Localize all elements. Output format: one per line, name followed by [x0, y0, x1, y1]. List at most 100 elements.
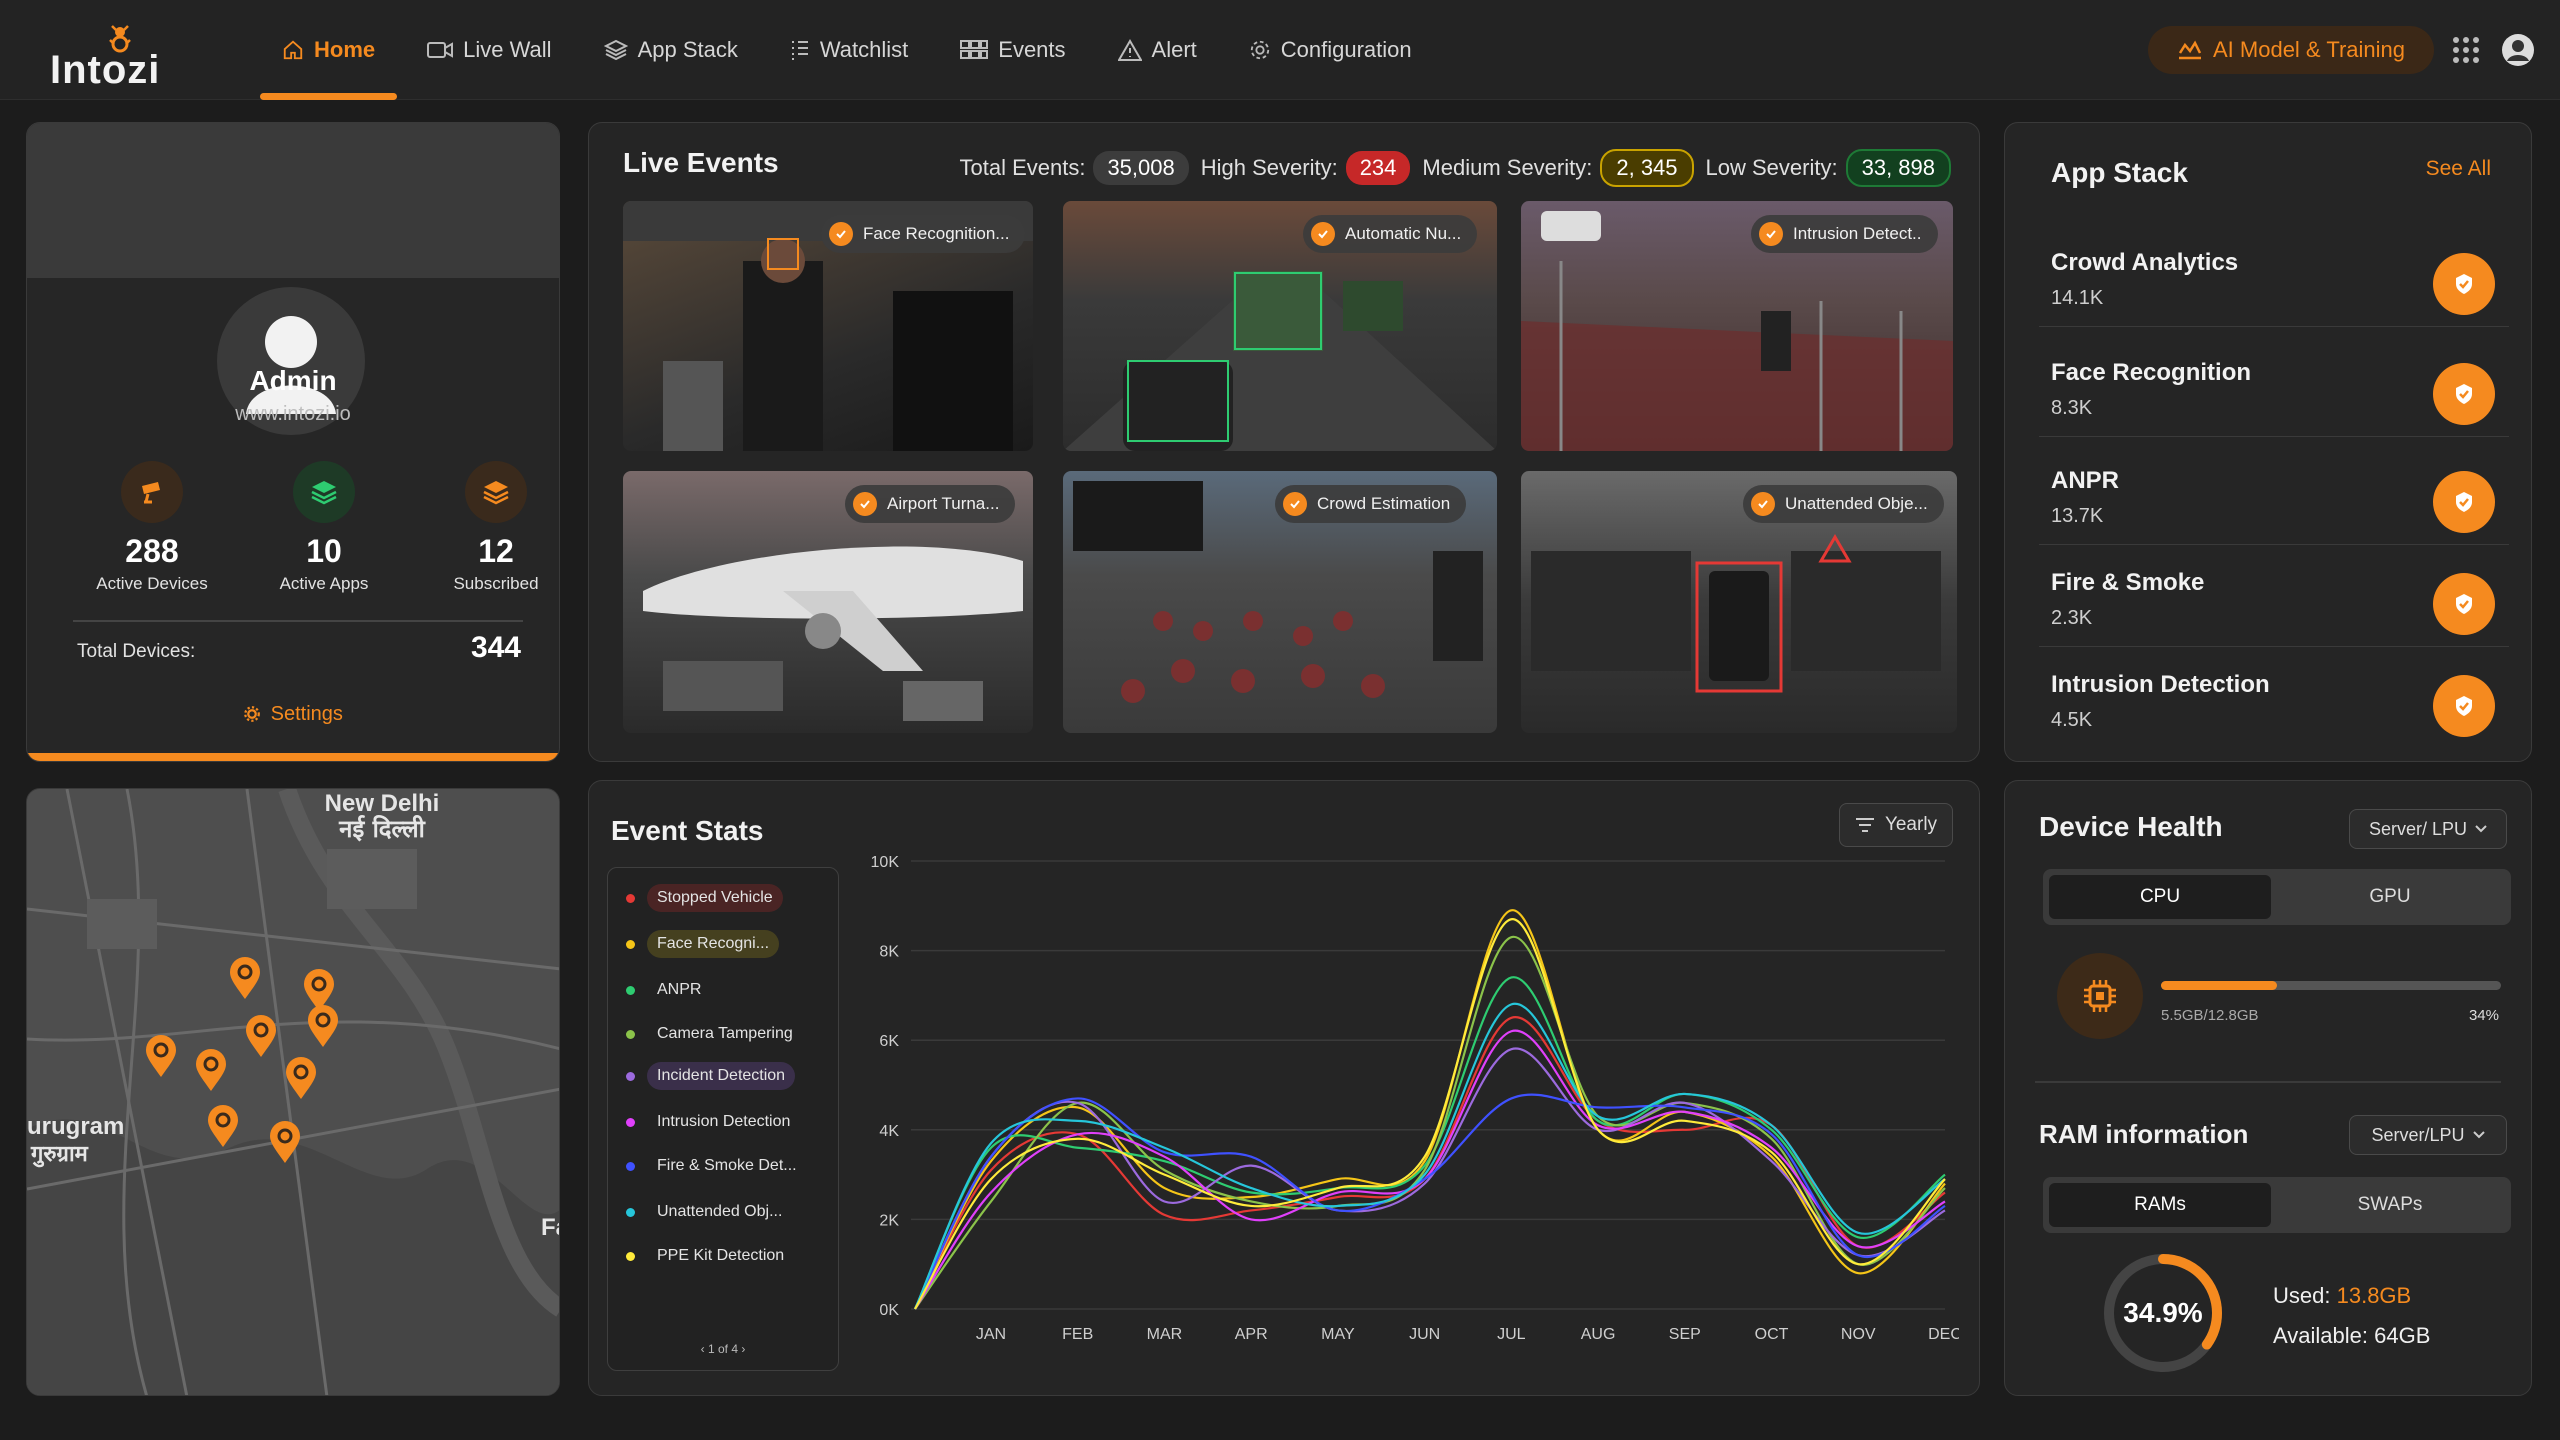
ram-server-dropdown-label: Server/LPU: [2371, 1124, 2465, 1145]
ram-server-dropdown[interactable]: Server/LPU: [2349, 1115, 2507, 1155]
series-line[interactable]: [914, 909, 1946, 1310]
app-stack-title: App Stack: [2051, 157, 2188, 188]
map-pin-icon[interactable]: [227, 957, 263, 1001]
map-pin-icon[interactable]: [283, 1057, 319, 1101]
series-line[interactable]: [914, 1029, 1946, 1310]
nav-live-wall[interactable]: Live Wall: [405, 0, 573, 100]
event-thumbnail-automatic-number-plate[interactable]: Automatic Nu...: [1063, 201, 1497, 451]
user-account-icon[interactable]: [2500, 32, 2536, 68]
live-events-title: Live Events: [623, 147, 779, 178]
legend-item[interactable]: Intrusion Detection: [626, 1106, 800, 1138]
event-thumbnail-unattended-object[interactable]: Unattended Obje...: [1521, 471, 1957, 733]
nav-app-stack[interactable]: App Stack: [582, 0, 760, 100]
yearly-filter-button[interactable]: Yearly: [1839, 803, 1953, 847]
device-map[interactable]: New Delhi नई दिल्ली urugram गुरुग्राम Fa: [26, 788, 560, 1396]
legend-item[interactable]: Face Recogni...: [626, 928, 780, 960]
nav-home[interactable]: Home: [260, 0, 398, 100]
legend-item[interactable]: Stopped Vehicle: [626, 882, 783, 914]
y-tick-label: 0K: [879, 1302, 899, 1319]
x-tick-label: MAY: [1321, 1326, 1355, 1343]
active-apps-value: 10: [306, 533, 342, 569]
map-pin-icon[interactable]: [205, 1105, 241, 1149]
legend-label: Incident Detection: [647, 1062, 796, 1090]
chevron-down-icon: [2472, 1131, 2485, 1139]
series-line[interactable]: [914, 976, 1946, 1310]
map-pin-icon[interactable]: [305, 1005, 341, 1049]
high-severity-badge: 234: [1345, 151, 1411, 185]
tab-swaps[interactable]: SWAPs: [2279, 1183, 2501, 1227]
map-pin-icon[interactable]: [193, 1049, 229, 1093]
total-events-label: Total Events:: [959, 155, 1086, 180]
y-tick-label: 4K: [879, 1123, 899, 1140]
app-row-crowd-analytics[interactable]: Crowd Analytics 14.1K: [2039, 227, 2509, 327]
event-thumbnail-airport-turnaround[interactable]: Airport Turna...: [623, 471, 1033, 733]
legend-item[interactable]: Unattended Obj...: [626, 1196, 792, 1228]
tab-rams[interactable]: RAMs: [2049, 1183, 2271, 1227]
map-pin-icon[interactable]: [267, 1121, 303, 1165]
series-line[interactable]: [914, 936, 1946, 1310]
medium-severity-label: Medium Severity:: [1422, 155, 1593, 180]
series-line[interactable]: [914, 918, 1946, 1310]
ai-model-training-button[interactable]: AI Model & Training: [2148, 26, 2434, 74]
app-stack-panel: App Stack See All Crowd Analytics 14.1K …: [2004, 122, 2532, 762]
grid-icon: [960, 40, 989, 59]
active-devices-value: 288: [125, 533, 179, 569]
stack-icon: [293, 461, 355, 523]
legend-item[interactable]: Fire & Smoke Det...: [626, 1150, 807, 1182]
nav-events[interactable]: Events: [938, 0, 1087, 100]
main-nav: Home Live Wall App Stack Watchlist Event…: [260, 0, 1442, 100]
robot-icon: [2178, 40, 2202, 60]
legend-item[interactable]: Incident Detection: [626, 1060, 796, 1092]
map-pin-icon[interactable]: [143, 1035, 179, 1079]
ram-used: Used: 13.8GB: [2273, 1283, 2411, 1309]
tab-gpu[interactable]: GPU: [2279, 875, 2501, 919]
nav-configuration[interactable]: Configuration: [1227, 0, 1434, 100]
series-line[interactable]: [914, 1093, 1946, 1310]
nav-watchlist[interactable]: Watchlist: [768, 0, 930, 100]
cpu-usage-percent: 34%: [2468, 1007, 2499, 1024]
map-pin-icon[interactable]: [243, 1015, 279, 1059]
event-thumbnail-crowd-estimation[interactable]: Crowd Estimation: [1063, 471, 1497, 733]
event-thumbnail-face-recognition[interactable]: Face Recognition...: [623, 201, 1033, 451]
app-row-face-recognition[interactable]: Face Recognition 8.3K: [2039, 337, 2509, 437]
legend-dot: [626, 1207, 635, 1217]
nav-alert[interactable]: Alert: [1096, 0, 1219, 100]
app-row-fire-smoke[interactable]: Fire & Smoke 2.3K: [2039, 547, 2509, 647]
see-all-link[interactable]: See All: [2426, 157, 2491, 181]
event-tag-label: Crowd Estimation: [1317, 494, 1451, 513]
live-events-panel: Live Events Total Events: 35,008 High Se…: [588, 122, 1980, 762]
legend-item[interactable]: ANPR: [626, 974, 711, 1006]
app-row-intrusion-detection[interactable]: Intrusion Detection 4.5K: [2039, 649, 2509, 749]
settings-label: Settings: [270, 703, 343, 725]
total-devices-value: 344: [470, 631, 521, 664]
nav-home-label: Home: [314, 37, 376, 62]
y-tick-label: 8K: [879, 944, 899, 961]
legend-pagination[interactable]: ‹ 1 of 4 ›: [608, 1342, 838, 1356]
layers-icon: [465, 461, 527, 523]
app-row-anpr[interactable]: ANPR 13.7K: [2039, 445, 2509, 545]
x-tick-label: NOV: [1841, 1326, 1876, 1343]
nav-app-stack-label: App Stack: [637, 37, 738, 62]
active-devices-label: Active Devices: [96, 574, 208, 593]
tab-cpu[interactable]: CPU: [2049, 875, 2271, 919]
top-navigation-bar: Intozi Home Live Wall App Stack Watchlis…: [0, 0, 2560, 100]
cpu-usage-bar: [2161, 981, 2501, 990]
stat-active-apps: 10 Active Apps: [239, 461, 409, 594]
event-thumbnail-intrusion-detection[interactable]: Intrusion Detect..: [1521, 201, 1953, 451]
stat-subscribed: 12 Subscribed: [411, 461, 559, 594]
intozi-logo[interactable]: Intozi: [50, 18, 180, 92]
verified-badge-icon: [2433, 675, 2495, 737]
server-dropdown[interactable]: Server/ LPU: [2349, 809, 2507, 849]
ai-model-training-label: AI Model & Training: [2213, 37, 2405, 62]
camera-icon: [121, 461, 183, 523]
settings-link[interactable]: Settings: [27, 703, 559, 726]
app-name: Fire & Smoke: [2051, 569, 2205, 596]
event-tag: Crowd Estimation: [1275, 485, 1467, 523]
legend-item[interactable]: PPE Kit Detection: [626, 1240, 794, 1272]
legend-label: Face Recogni...: [647, 930, 780, 958]
apps-grid-icon[interactable]: [2452, 36, 2480, 64]
legend-item[interactable]: Camera Tampering: [626, 1018, 803, 1050]
check-shield-icon: [853, 492, 877, 516]
app-name: ANPR: [2051, 467, 2120, 494]
series-line[interactable]: [914, 1047, 1946, 1310]
